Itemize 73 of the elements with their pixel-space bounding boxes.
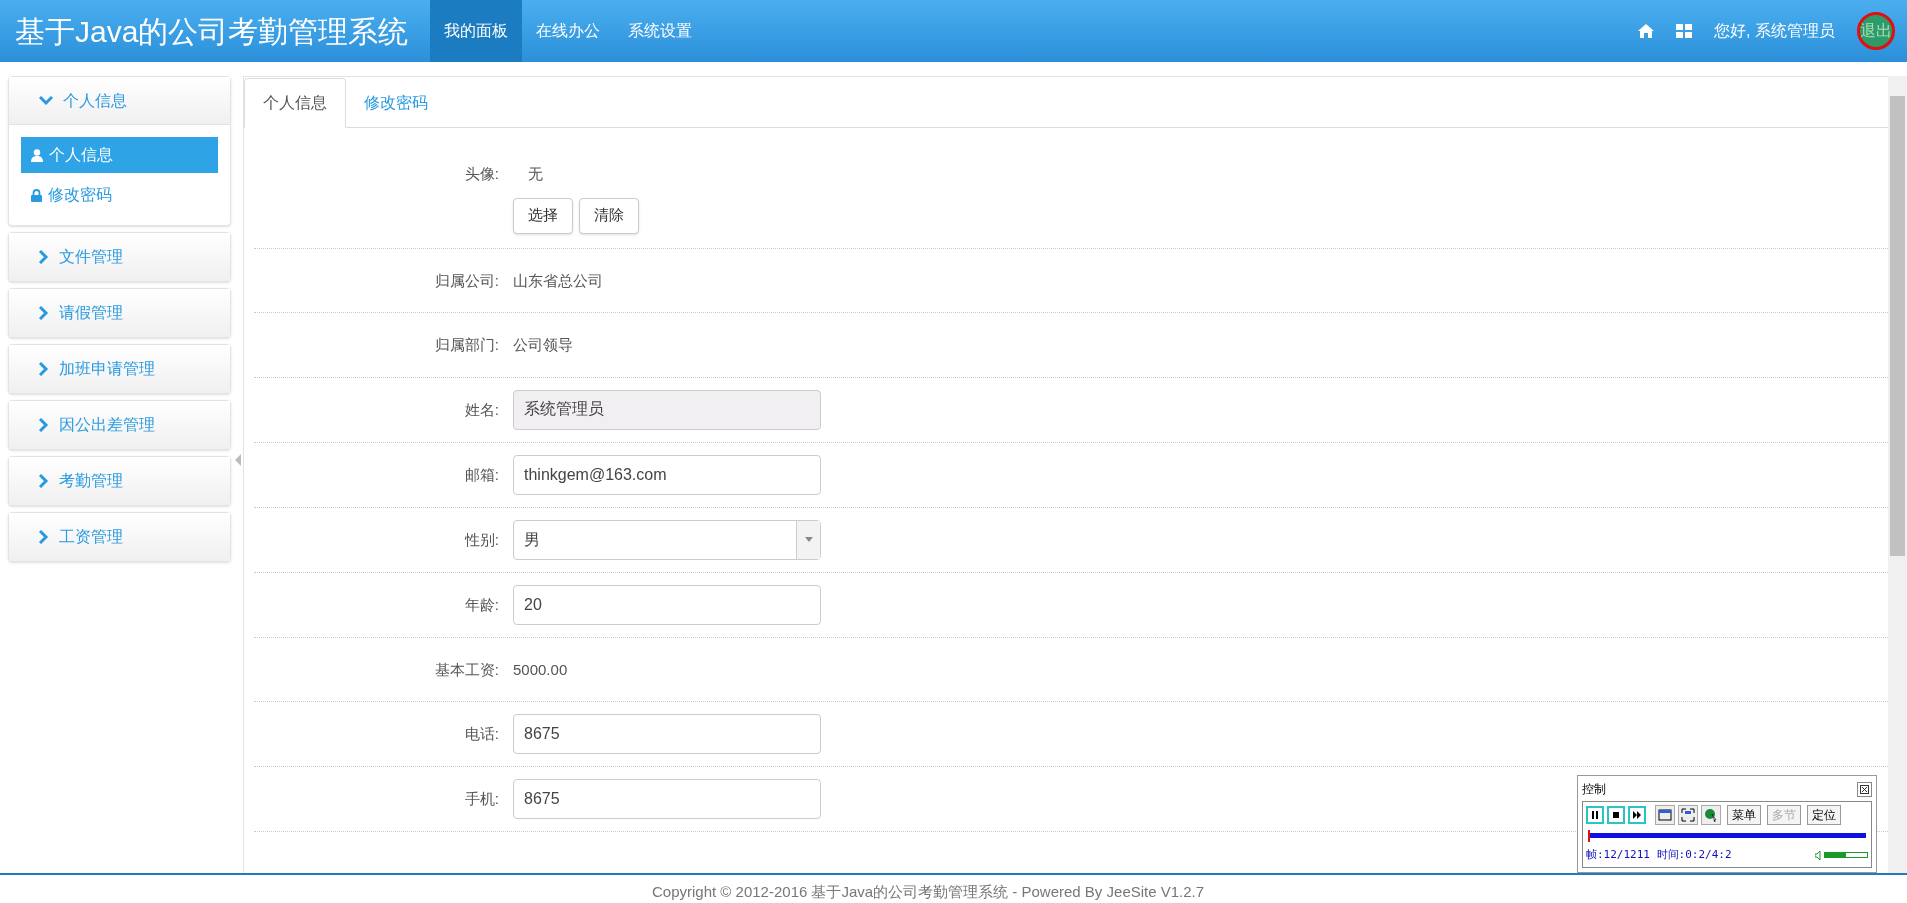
sidebar-group-label: 考勤管理 (59, 471, 123, 491)
field-label: 基本工资: (433, 659, 499, 680)
chevron-right-icon (39, 530, 49, 544)
avatar-button[interactable]: 选择 (513, 197, 573, 234)
chevron-right-icon (39, 418, 49, 432)
progress-track[interactable] (1588, 829, 1866, 843)
sidebar-item[interactable]: 个人信息 (21, 137, 218, 173)
sidebar-group-header[interactable]: 加班申请管理 (9, 345, 230, 393)
logout-button[interactable]: 退出 (1857, 12, 1895, 50)
field-label: 年龄: (463, 594, 499, 615)
field-label: 性别: (463, 529, 499, 550)
recorder-button[interactable]: 菜单 (1727, 805, 1761, 825)
stop-icon[interactable] (1607, 806, 1625, 824)
collapse-arrow-icon (235, 454, 241, 466)
field-label: 手机: (463, 789, 499, 809)
chevron-down-icon (39, 95, 53, 106)
field-value: 5000.00 (513, 659, 568, 680)
text-field[interactable]: thinkgem@163.com (513, 454, 821, 495)
nav-tab[interactable]: 系统设置 (614, 0, 707, 62)
sidebar-group-header[interactable]: 因公出差管理 (9, 401, 230, 449)
sidebar-group-label: 个人信息 (63, 90, 127, 111)
nav-tab[interactable]: 在线办公 (522, 0, 615, 62)
sidebar-item[interactable]: 修改密码 (21, 177, 218, 213)
tab[interactable]: 修改密码 (346, 78, 446, 128)
text-field[interactable]: 8675 (513, 779, 821, 819)
tab[interactable]: 个人信息 (244, 78, 346, 128)
field-label: 姓名: (463, 399, 499, 420)
fit-window-icon[interactable] (1655, 805, 1675, 825)
sidebar-group-label: 因公出差管理 (59, 415, 155, 435)
user-icon (31, 148, 43, 162)
sidebar-group-header[interactable]: 请假管理 (9, 289, 230, 337)
grid-icon (1676, 24, 1693, 38)
gender-select[interactable]: 男 (513, 519, 821, 560)
chevron-right-icon (39, 306, 49, 320)
chevron-right-icon (39, 474, 49, 488)
nav-tab[interactable]: 我的面板 (430, 0, 523, 62)
home-icon (1638, 24, 1655, 38)
fullscreen-icon[interactable] (1678, 805, 1698, 825)
volume-slider[interactable] (1824, 852, 1868, 859)
chevron-right-icon (39, 250, 49, 264)
user-greeting: 您好, 系统管理员 (1714, 21, 1835, 41)
copyright-text: Copyright © 2012-2016 基于Java的公司考勤管理系统 - Powered By JeeSite V1.2.7 (652, 882, 1205, 902)
field-label: 电话: (463, 724, 499, 744)
field-value: 山东省总公司 (513, 270, 603, 291)
field-label: 邮箱: (463, 464, 499, 485)
pause-icon[interactable] (1586, 806, 1604, 824)
app-title: 基于Java的公司考勤管理系统 (14, 13, 410, 50)
field-label: 归属公司: (433, 270, 499, 291)
recorder-button[interactable]: 定位 (1807, 805, 1841, 825)
recorder-status: 帧:12/1211 时间:0:2/4:2 (1586, 847, 1732, 863)
sidebar-group-header[interactable]: 考勤管理 (9, 457, 230, 505)
avatar-button[interactable]: 清除 (579, 197, 639, 234)
sidebar-group-header[interactable]: 个人信息 (9, 77, 230, 125)
sidebar-group-label: 请假管理 (59, 303, 123, 323)
close-icon[interactable] (1857, 781, 1872, 797)
cursor-icon[interactable] (1701, 805, 1721, 825)
chevron-right-icon (39, 362, 49, 376)
field-label: 头像: (463, 164, 499, 184)
next-icon[interactable] (1628, 806, 1646, 824)
sidebar-group-header[interactable]: 文件管理 (9, 233, 230, 281)
sidebar-group-label: 文件管理 (59, 247, 123, 267)
field-value: 公司领导 (513, 335, 573, 355)
text-field[interactable]: 8675 (513, 714, 821, 754)
text-field[interactable]: 20 (513, 584, 821, 625)
sidebar-group-label: 加班申请管理 (59, 359, 155, 379)
scrollbar[interactable] (1888, 76, 1907, 873)
avatar-value: 无 (527, 164, 544, 184)
lock-icon (31, 188, 42, 202)
sidebar-group-header[interactable]: 工资管理 (9, 513, 230, 561)
recorder-title: 控制 (1582, 781, 1606, 798)
sidebar-group-label: 工资管理 (59, 527, 123, 547)
field-label: 归属部门: (433, 335, 499, 355)
speaker-icon (1815, 850, 1822, 860)
